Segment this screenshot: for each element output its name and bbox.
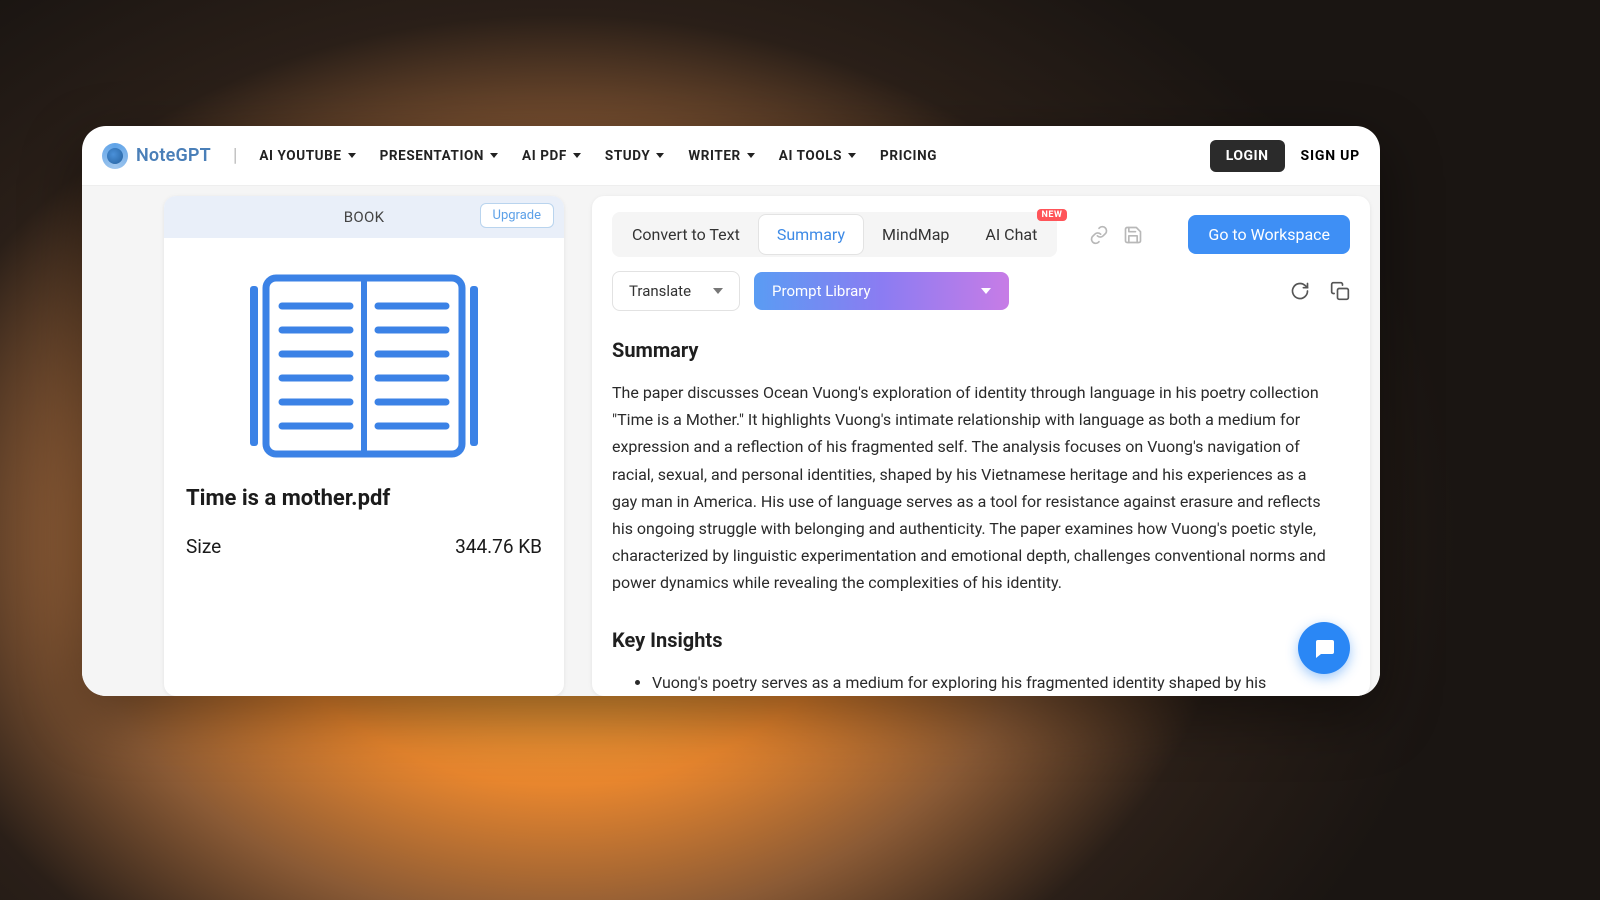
save-icon[interactable] (1123, 225, 1143, 245)
nav-label: WRITER (688, 148, 740, 164)
nav-item-presentation[interactable]: PRESENTATION (380, 148, 498, 164)
copy-icon[interactable] (1330, 281, 1350, 301)
book-icon (234, 266, 494, 466)
nav-label: AI YOUTUBE (259, 148, 341, 164)
size-label: Size (186, 535, 221, 558)
chevron-down-icon (848, 153, 856, 158)
upgrade-button[interactable]: Upgrade (480, 203, 554, 228)
chevron-down-icon (490, 153, 498, 158)
file-panel: BOOK Upgrade (164, 196, 564, 696)
tabs-row: Convert to Text Summary MindMap AI Chat … (612, 212, 1350, 257)
nav-item-ai-youtube[interactable]: AI YOUTUBE (259, 148, 355, 164)
new-badge: NEW (1037, 209, 1068, 221)
chat-bubble-icon (1312, 636, 1336, 660)
controls-row: Translate Prompt Library (612, 271, 1350, 311)
tab-label: Summary (777, 225, 845, 244)
login-button[interactable]: LOGIN (1210, 140, 1285, 172)
file-panel-header: BOOK Upgrade (164, 196, 564, 238)
nav-item-study[interactable]: STUDY (605, 148, 664, 164)
refresh-icon[interactable] (1290, 281, 1310, 301)
logo-swirl-icon (102, 143, 128, 169)
tab-ai-chat[interactable]: AI Chat NEW (967, 215, 1055, 254)
translate-dropdown[interactable]: Translate (612, 271, 740, 311)
tab-label: Convert to Text (632, 225, 740, 244)
main-nav: AI YOUTUBE PRESENTATION AI PDF STUDY WRI… (259, 148, 937, 164)
tab-convert-to-text[interactable]: Convert to Text (614, 215, 758, 254)
insight-item: Vuong's poetry serves as a medium for ex… (652, 669, 1332, 697)
tabs: Convert to Text Summary MindMap AI Chat … (612, 212, 1057, 257)
file-type-label: BOOK (344, 208, 385, 226)
logo[interactable]: NoteGPT (102, 143, 211, 169)
chevron-down-icon (348, 153, 356, 158)
nav-item-ai-tools[interactable]: AI TOOLS (779, 148, 856, 164)
content: BOOK Upgrade (82, 186, 1380, 696)
summary-heading: Summary (612, 333, 1332, 367)
go-to-workspace-button[interactable]: Go to Workspace (1188, 215, 1350, 254)
summary-text: The paper discusses Ocean Vuong's explor… (612, 379, 1332, 597)
translate-label: Translate (629, 282, 691, 300)
brand-name: NoteGPT (136, 145, 211, 166)
chevron-down-icon (747, 153, 755, 158)
nav-item-writer[interactable]: WRITER (688, 148, 754, 164)
file-meta: Size 344.76 KB (164, 511, 564, 558)
summary-body[interactable]: Summary The paper discusses Ocean Vuong'… (612, 333, 1350, 696)
separator: | (233, 145, 237, 166)
app-window: NoteGPT | AI YOUTUBE PRESENTATION AI PDF… (82, 126, 1380, 696)
nav-item-pricing[interactable]: PRICING (880, 148, 937, 164)
topbar: NoteGPT | AI YOUTUBE PRESENTATION AI PDF… (82, 126, 1380, 186)
size-value: 344.76 KB (455, 535, 542, 558)
prompt-library-dropdown[interactable]: Prompt Library (754, 272, 1009, 310)
file-name: Time is a mother.pdf (164, 486, 564, 511)
tab-mindmap[interactable]: MindMap (864, 215, 967, 254)
nav-label: PRICING (880, 148, 937, 164)
chevron-down-icon (713, 288, 723, 294)
topbar-right: LOGIN SIGN UP (1210, 140, 1360, 172)
chevron-down-icon (981, 288, 991, 294)
signup-button[interactable]: SIGN UP (1301, 148, 1360, 164)
nav-label: PRESENTATION (380, 148, 484, 164)
prompt-library-label: Prompt Library (772, 282, 871, 300)
chevron-down-icon (573, 153, 581, 158)
tab-action-icons (1089, 225, 1143, 245)
nav-label: AI PDF (522, 148, 567, 164)
tab-label: AI Chat (985, 225, 1037, 244)
tab-label: MindMap (882, 225, 949, 244)
insights-list: Vuong's poetry serves as a medium for ex… (612, 669, 1332, 697)
nav-label: AI TOOLS (779, 148, 842, 164)
chat-fab[interactable] (1298, 622, 1350, 674)
controls-right (1290, 281, 1350, 301)
book-illustration (164, 238, 564, 486)
nav-item-ai-pdf[interactable]: AI PDF (522, 148, 581, 164)
key-insights-heading: Key Insights (612, 623, 1332, 657)
nav-label: STUDY (605, 148, 650, 164)
tab-summary[interactable]: Summary (758, 214, 864, 255)
summary-panel: Convert to Text Summary MindMap AI Chat … (592, 196, 1370, 696)
chevron-down-icon (656, 153, 664, 158)
link-icon[interactable] (1089, 225, 1109, 245)
